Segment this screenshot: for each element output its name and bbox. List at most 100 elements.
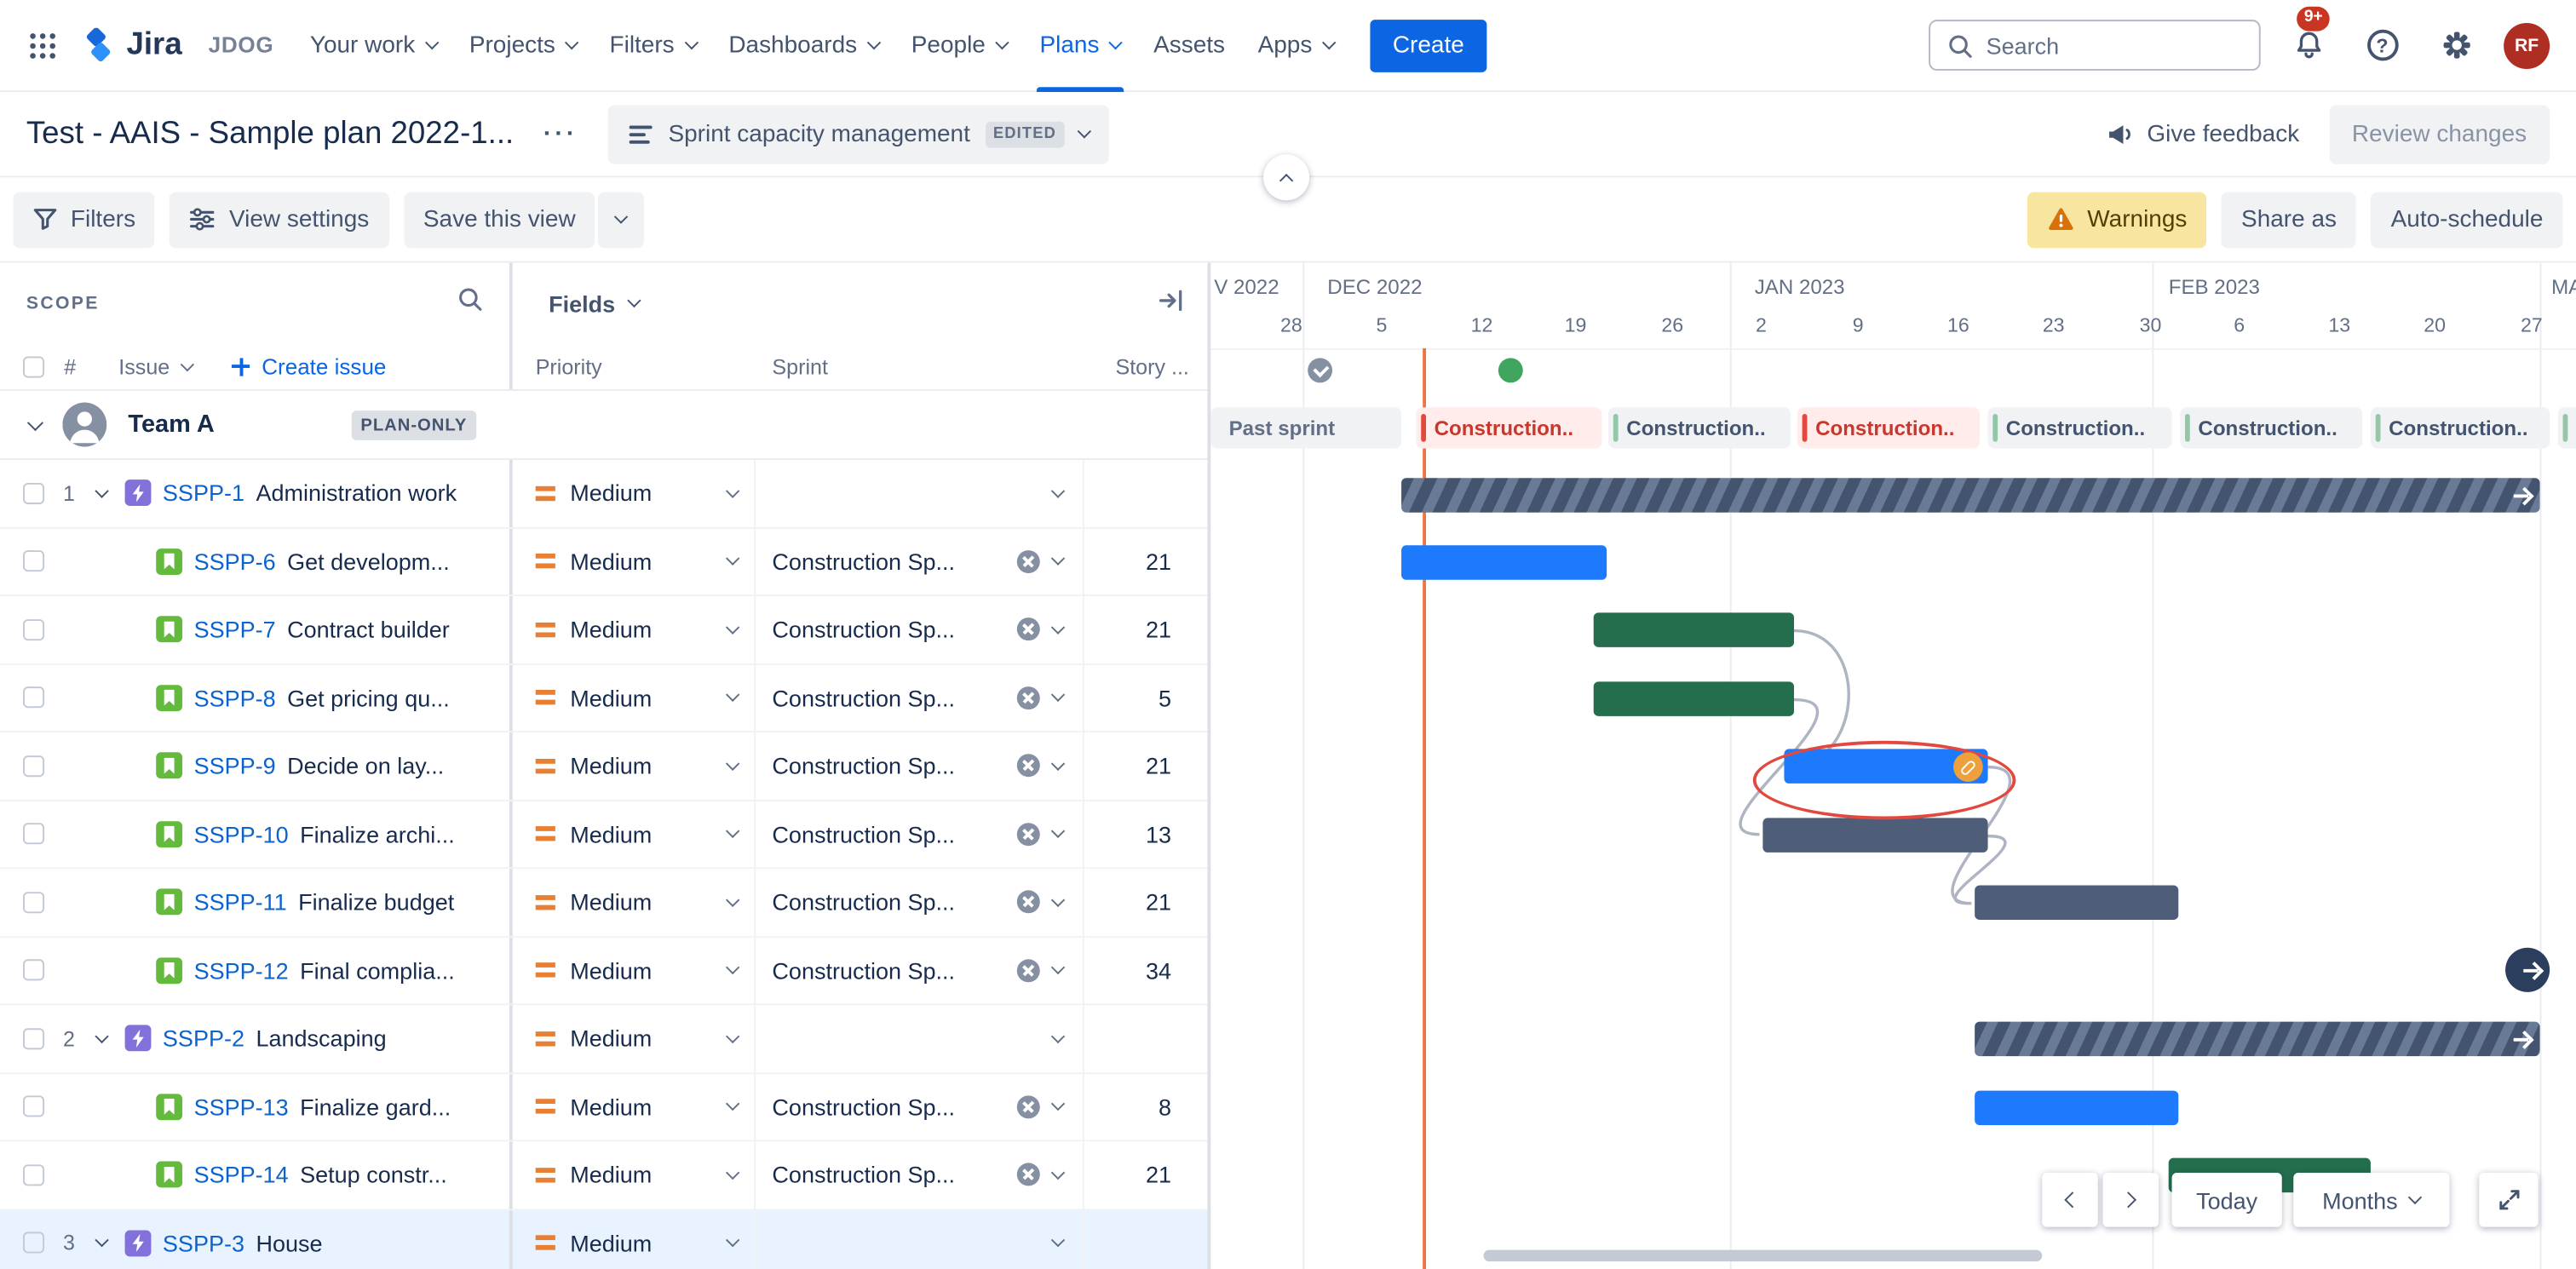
fields-label[interactable]: Fields bbox=[549, 290, 615, 317]
sprint-select[interactable]: Construction Sp... bbox=[756, 869, 1084, 936]
sprint-select[interactable]: Construction Sp... bbox=[756, 1141, 1084, 1209]
row-checkbox[interactable] bbox=[22, 755, 45, 777]
issue-row-sspp-1[interactable]: 1 SSPP-1 Administration work Medium bbox=[0, 459, 1208, 529]
story-points-cell[interactable]: 21 bbox=[1084, 869, 1208, 935]
nav-filters[interactable]: Filters bbox=[593, 0, 712, 91]
nav-projects[interactable]: Projects bbox=[453, 0, 594, 91]
timeline-panel[interactable]: V 2022 DEC 2022 JAN 2023 FEB 2023 MA 28 … bbox=[1210, 262, 2576, 1269]
row-checkbox[interactable] bbox=[22, 891, 45, 913]
gantt-bar-sspp-7[interactable] bbox=[1593, 612, 1794, 647]
priority-select[interactable]: Medium bbox=[513, 596, 756, 663]
clear-sprint-icon[interactable] bbox=[1016, 617, 1040, 641]
story-points-cell[interactable]: 13 bbox=[1084, 801, 1208, 867]
help-button[interactable]: ? bbox=[2356, 19, 2409, 72]
expand-chevron-icon[interactable] bbox=[90, 1233, 113, 1248]
sprint-chip[interactable]: Construction.. bbox=[2557, 407, 2576, 449]
sprint-select[interactable]: Construction Sp... bbox=[756, 732, 1084, 800]
nav-people[interactable]: People bbox=[894, 0, 1023, 91]
clear-sprint-icon[interactable] bbox=[1016, 822, 1040, 846]
story-points-cell[interactable] bbox=[1084, 1209, 1208, 1269]
fullscreen-button[interactable] bbox=[2479, 1172, 2539, 1227]
sprint-chip[interactable]: Construction.. bbox=[1987, 407, 2172, 449]
priority-select[interactable]: Medium bbox=[513, 732, 756, 800]
sprint-select[interactable] bbox=[756, 1005, 1084, 1072]
issue-row-sspp-9[interactable]: SSPP-9 Decide on lay... Medium Construct… bbox=[0, 732, 1208, 801]
priority-select[interactable]: Medium bbox=[513, 1005, 756, 1072]
filters-button[interactable]: Filters bbox=[13, 191, 156, 248]
clear-sprint-icon[interactable] bbox=[1016, 686, 1040, 709]
issue-row-sspp-2[interactable]: 2 SSPP-2 Landscaping Medium bbox=[0, 1005, 1208, 1074]
issue-key-link[interactable]: SSPP-12 bbox=[194, 957, 289, 984]
clear-sprint-icon[interactable] bbox=[1016, 958, 1040, 982]
gantt-bar-sspp-2[interactable] bbox=[1975, 1021, 2540, 1057]
dependency-link-badge[interactable] bbox=[1953, 752, 1983, 782]
priority-select[interactable]: Medium bbox=[513, 664, 756, 732]
issue-key-link[interactable]: SSPP-14 bbox=[194, 1162, 289, 1188]
share-as-button[interactable]: Share as bbox=[2221, 191, 2357, 248]
collapse-team-chevron-icon[interactable] bbox=[26, 414, 44, 431]
story-points-cell[interactable]: 8 bbox=[1084, 1073, 1208, 1140]
issue-key-link[interactable]: SSPP-2 bbox=[163, 1025, 244, 1052]
issue-key-link[interactable]: SSPP-1 bbox=[163, 480, 244, 507]
nav-dashboards[interactable]: Dashboards bbox=[712, 0, 894, 91]
expand-chevron-icon[interactable] bbox=[90, 1029, 113, 1043]
sprint-select[interactable]: Construction Sp... bbox=[756, 664, 1084, 732]
gantt-bar-sspp-13[interactable] bbox=[1975, 1090, 2179, 1126]
priority-select[interactable]: Medium bbox=[513, 1209, 756, 1269]
issue-key-link[interactable]: SSPP-10 bbox=[194, 821, 289, 847]
warnings-button[interactable]: Warnings bbox=[2026, 191, 2207, 248]
search-input[interactable] bbox=[1986, 32, 2233, 59]
priority-select[interactable]: Medium bbox=[513, 1073, 756, 1140]
issue-row-sspp-14[interactable]: SSPP-14 Setup constr... Medium Construct… bbox=[0, 1141, 1208, 1210]
notifications-button[interactable]: 9+ bbox=[2282, 5, 2335, 72]
sprint-select[interactable]: Construction Sp... bbox=[756, 937, 1084, 1004]
story-points-cell[interactable]: 21 bbox=[1084, 732, 1208, 799]
story-points-cell[interactable] bbox=[1084, 460, 1208, 526]
row-checkbox[interactable] bbox=[22, 1163, 45, 1186]
save-view-button[interactable]: Save this view bbox=[403, 191, 595, 248]
expand-chevron-icon[interactable] bbox=[90, 483, 113, 498]
scroll-right-button[interactable] bbox=[2102, 1172, 2159, 1227]
issue-row-sspp-8[interactable]: SSPP-8 Get pricing qu... Medium Construc… bbox=[0, 664, 1208, 733]
settings-button[interactable] bbox=[2429, 19, 2482, 72]
story-points-cell[interactable] bbox=[1084, 1005, 1208, 1071]
zoom-level-dropdown[interactable]: Months bbox=[2293, 1172, 2450, 1227]
gantt-bar-sspp-10[interactable] bbox=[1762, 818, 1988, 853]
issue-key-link[interactable]: SSPP-9 bbox=[194, 753, 276, 779]
priority-select[interactable]: Medium bbox=[513, 801, 756, 868]
jira-logo[interactable]: Jira bbox=[79, 26, 182, 63]
sprint-chip[interactable]: Construction.. bbox=[2370, 407, 2550, 449]
row-checkbox[interactable] bbox=[22, 959, 45, 981]
issue-row-sspp-13[interactable]: SSPP-13 Finalize gard... Medium Construc… bbox=[0, 1073, 1208, 1142]
sprint-select[interactable]: Construction Sp... bbox=[756, 596, 1084, 663]
sprint-chip[interactable]: Construction.. bbox=[2180, 407, 2363, 449]
nav-assets[interactable]: Assets bbox=[1137, 0, 1241, 91]
sprint-select[interactable]: Construction Sp... bbox=[756, 801, 1084, 868]
issue-key-link[interactable]: SSPP-8 bbox=[194, 685, 276, 711]
issue-column-header[interactable]: Issue bbox=[118, 354, 195, 379]
row-checkbox[interactable] bbox=[22, 823, 45, 845]
auto-schedule-button[interactable]: Auto-schedule bbox=[2371, 191, 2563, 248]
issue-key-link[interactable]: SSPP-11 bbox=[194, 889, 287, 916]
row-checkbox[interactable] bbox=[22, 550, 45, 572]
collapse-header-button[interactable] bbox=[1263, 154, 1310, 201]
create-button[interactable]: Create bbox=[1369, 19, 1487, 72]
issue-key-link[interactable]: SSPP-7 bbox=[194, 617, 276, 643]
gantt-bar-sspp-1[interactable] bbox=[1401, 478, 2540, 513]
issue-row-sspp-10[interactable]: SSPP-10 Finalize archi... Medium Constru… bbox=[0, 801, 1208, 870]
story-points-cell[interactable]: 34 bbox=[1084, 937, 1208, 1003]
story-points-cell[interactable]: 21 bbox=[1084, 1141, 1208, 1208]
nav-apps[interactable]: Apps bbox=[1241, 0, 1349, 91]
issue-row-sspp-7[interactable]: SSPP-7 Contract builder Medium Construct… bbox=[0, 596, 1208, 665]
global-search[interactable] bbox=[1929, 20, 2261, 71]
gantt-bar-sspp-8[interactable] bbox=[1593, 681, 1794, 716]
sprint-chip[interactable]: Construction.. bbox=[1608, 407, 1791, 449]
priority-select[interactable]: Medium bbox=[513, 528, 756, 595]
give-feedback-button[interactable]: Give feedback bbox=[2093, 120, 2313, 148]
row-checkbox[interactable] bbox=[22, 1232, 45, 1254]
issue-row-sspp-3[interactable]: 3 SSPP-3 House Medium bbox=[0, 1209, 1208, 1269]
collapse-fields-button[interactable] bbox=[1159, 288, 1185, 319]
issue-row-sspp-12[interactable]: SSPP-12 Final complia... Medium Construc… bbox=[0, 937, 1208, 1006]
issue-row-sspp-11[interactable]: SSPP-11 Finalize budget Medium Construct… bbox=[0, 869, 1208, 938]
scope-search-button[interactable] bbox=[457, 286, 483, 320]
